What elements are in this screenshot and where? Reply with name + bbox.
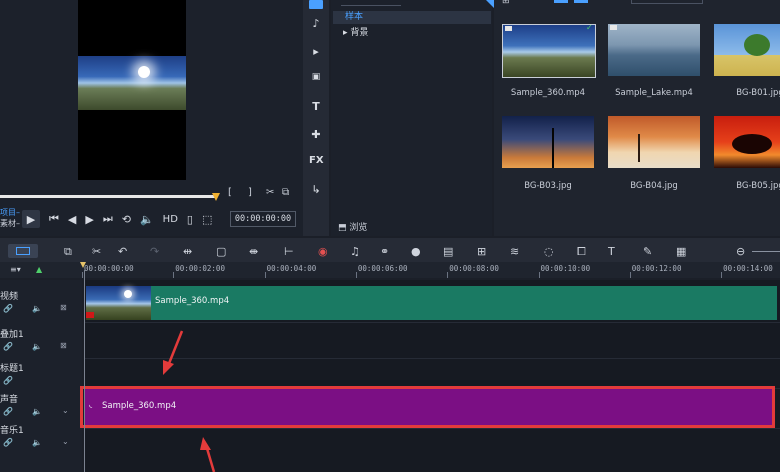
arrow-annotation-up xyxy=(163,330,184,375)
arrow-annotation-down xyxy=(200,437,216,472)
annotation-arrows xyxy=(163,330,216,472)
